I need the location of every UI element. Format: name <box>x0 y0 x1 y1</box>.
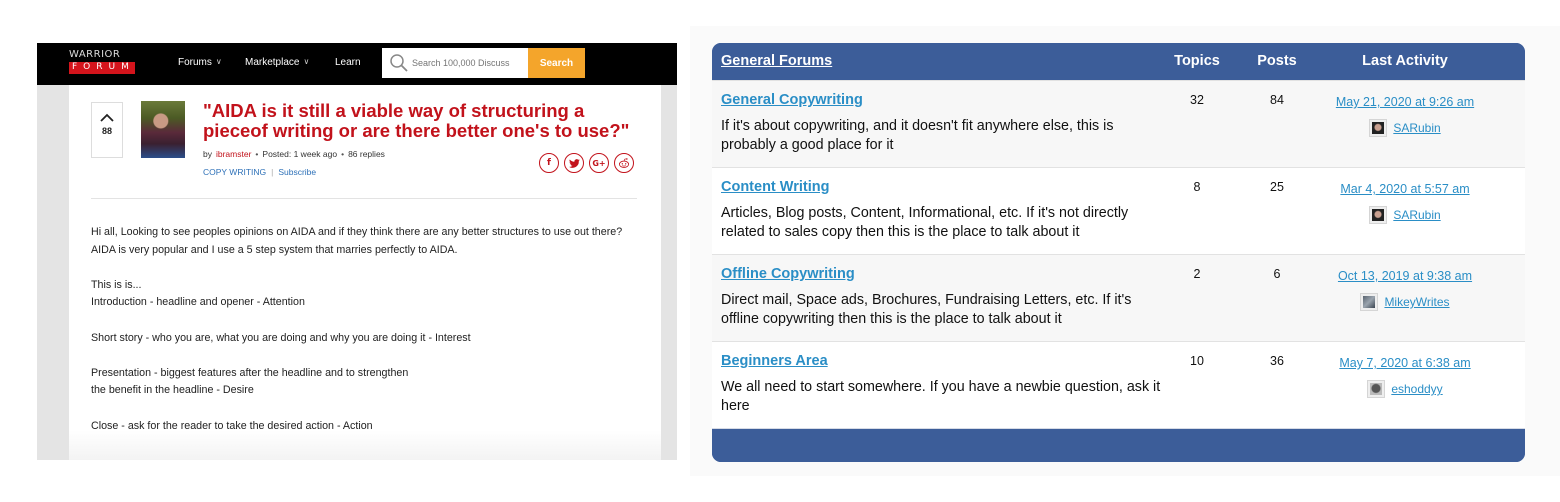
warrior-forum-logo[interactable]: WARRIOR FORUM <box>69 50 135 74</box>
upvote-button[interactable]: 88 <box>91 102 123 158</box>
table-header: General Forums Topics Posts Last Activit… <box>712 43 1525 80</box>
username-link[interactable]: MikeyWrites <box>1384 295 1449 309</box>
logo-top-text: WARRIOR <box>69 49 121 60</box>
post-count: 84 <box>1270 93 1284 107</box>
search-input[interactable] <box>412 58 527 68</box>
author-link[interactable]: ibramster <box>216 149 251 159</box>
body-paragraph: Introduction - headline and opener - Att… <box>91 296 305 309</box>
general-forums-table: General Forums Topics Posts Last Activit… <box>712 43 1525 462</box>
subscribe-link[interactable]: Subscribe <box>278 167 316 177</box>
body-paragraph: Presentation - biggest features after th… <box>91 366 409 379</box>
forum-name-link[interactable]: Beginners Area <box>721 353 828 369</box>
col-header-posts: Posts <box>1257 53 1297 69</box>
last-activity: May 21, 2020 at 9:26 am SARubin <box>1312 93 1498 137</box>
body-paragraph: AIDA is very popular and I use a 5 step … <box>91 243 458 256</box>
username-link[interactable]: SARubin <box>1393 208 1440 222</box>
last-activity-user: eshoddyy <box>1312 380 1498 398</box>
nav-forums-label: Forums <box>178 57 212 68</box>
warrior-forum-screenshot: WARRIOR FORUM Forums ∨ Marketplace ∨ Lea… <box>37 43 677 460</box>
reply-count: 86 replies <box>348 149 385 159</box>
last-activity-date-link[interactable]: May 21, 2020 at 9:26 am <box>1336 95 1474 109</box>
body-paragraph: Close - ask for the reader to take the d… <box>91 419 373 432</box>
body-paragraph: Short story - who you are, what you are … <box>91 331 471 344</box>
col-header-last-activity: Last Activity <box>1362 53 1448 69</box>
author-avatar[interactable] <box>141 101 185 158</box>
top-nav-bar: WARRIOR FORUM Forums ∨ Marketplace ∨ Lea… <box>37 43 677 85</box>
last-activity-user: MikeyWrites <box>1312 293 1498 311</box>
share-buttons: f G+ <box>539 153 634 173</box>
forum-row: Offline Copywriting Direct mail, Space a… <box>712 254 1525 341</box>
last-activity-date-link[interactable]: Oct 13, 2019 at 9:38 am <box>1338 269 1472 283</box>
body-paragraph: Hi all, Looking to see peoples opinions … <box>91 226 623 238</box>
topic-count: 2 <box>1193 267 1201 281</box>
general-forums-link[interactable]: General Forums <box>721 53 832 69</box>
topic-count: 10 <box>1190 354 1204 368</box>
last-activity: Mar 4, 2020 at 5:57 am SARubin <box>1312 180 1498 224</box>
user-avatar[interactable] <box>1367 380 1386 398</box>
post-content: 88 "AIDA is it still a viable way of str… <box>69 85 661 460</box>
nav-marketplace-label: Marketplace <box>245 57 300 68</box>
search-button[interactable]: Search <box>528 48 585 78</box>
vote-count: 88 <box>101 126 112 136</box>
nav-learn-link[interactable]: Learn <box>335 57 361 68</box>
tag-separator: | <box>271 167 274 177</box>
facebook-icon[interactable]: f <box>539 153 559 173</box>
forum-row: Beginners Area We all need to start some… <box>712 341 1525 428</box>
search-box <box>382 48 528 78</box>
header-divider <box>91 198 637 199</box>
username-link[interactable]: SARubin <box>1393 121 1440 135</box>
chevron-up-icon <box>100 113 114 122</box>
forum-row: General Copywriting If it's about copywr… <box>712 80 1525 167</box>
table-footer <box>712 428 1525 462</box>
chevron-down-icon: ∨ <box>303 57 310 66</box>
forum-description: We all need to start somewhere. If you h… <box>721 379 1161 414</box>
google-plus-icon[interactable]: G+ <box>589 153 609 173</box>
nav-forums-link[interactable]: Forums ∨ <box>178 57 222 68</box>
post-count: 6 <box>1273 267 1281 281</box>
posted-time: Posted: 1 week ago <box>262 149 338 159</box>
last-activity-user: SARubin <box>1312 206 1498 224</box>
nav-marketplace-link[interactable]: Marketplace ∨ <box>245 57 309 68</box>
body-paragraph: the benefit in the headline - Desire <box>91 384 254 397</box>
post-tags: COPY WRITING | Subscribe <box>203 167 316 177</box>
bullet-separator: • <box>341 149 345 159</box>
twitter-bird-glyph <box>568 158 580 168</box>
reddit-icon[interactable] <box>614 153 634 173</box>
nav-learn-label: Learn <box>335 57 361 68</box>
last-activity-date-link[interactable]: Mar 4, 2020 at 5:57 am <box>1340 182 1469 196</box>
forum-description: Direct mail, Space ads, Brochures, Fundr… <box>721 292 1132 327</box>
category-link[interactable]: COPY WRITING <box>203 167 266 177</box>
by-label: by <box>203 149 212 159</box>
user-avatar[interactable] <box>1369 206 1388 224</box>
body-paragraph: This is is... <box>91 278 142 291</box>
topic-count: 8 <box>1193 180 1201 194</box>
post-body: Hi all, Looking to see peoples opinions … <box>91 224 641 435</box>
bullet-separator: • <box>255 149 259 159</box>
forum-row: Content Writing Articles, Blog posts, Co… <box>712 167 1525 254</box>
chevron-down-icon: ∨ <box>215 57 222 66</box>
user-avatar[interactable] <box>1360 293 1379 311</box>
col-header-topics: Topics <box>1174 53 1220 69</box>
last-activity: Oct 13, 2019 at 9:38 am MikeyWrites <box>1312 267 1498 311</box>
user-avatar[interactable] <box>1369 119 1388 137</box>
forum-name-link[interactable]: Content Writing <box>721 179 829 195</box>
forum-description: Articles, Blog posts, Content, Informati… <box>721 205 1129 240</box>
post-count: 25 <box>1270 180 1284 194</box>
twitter-icon[interactable] <box>564 153 584 173</box>
logo-bottom-text: FORUM <box>69 62 135 74</box>
reddit-alien-glyph <box>619 158 629 168</box>
post-count: 36 <box>1270 354 1284 368</box>
username-link[interactable]: eshoddyy <box>1391 382 1442 396</box>
forum-name-link[interactable]: Offline Copywriting <box>721 266 855 282</box>
last-activity: May 7, 2020 at 6:38 am eshoddyy <box>1312 354 1498 398</box>
post-title: "AIDA is it still a viable way of struct… <box>203 100 630 141</box>
forum-description: If it's about copywriting, and it doesn'… <box>721 118 1114 153</box>
last-activity-date-link[interactable]: May 7, 2020 at 6:38 am <box>1339 356 1470 370</box>
post-meta: by ibramster • Posted: 1 week ago • 86 r… <box>203 149 385 159</box>
topic-count: 32 <box>1190 93 1204 107</box>
forum-name-link[interactable]: General Copywriting <box>721 92 863 108</box>
search-icon <box>390 54 408 72</box>
last-activity-user: SARubin <box>1312 119 1498 137</box>
